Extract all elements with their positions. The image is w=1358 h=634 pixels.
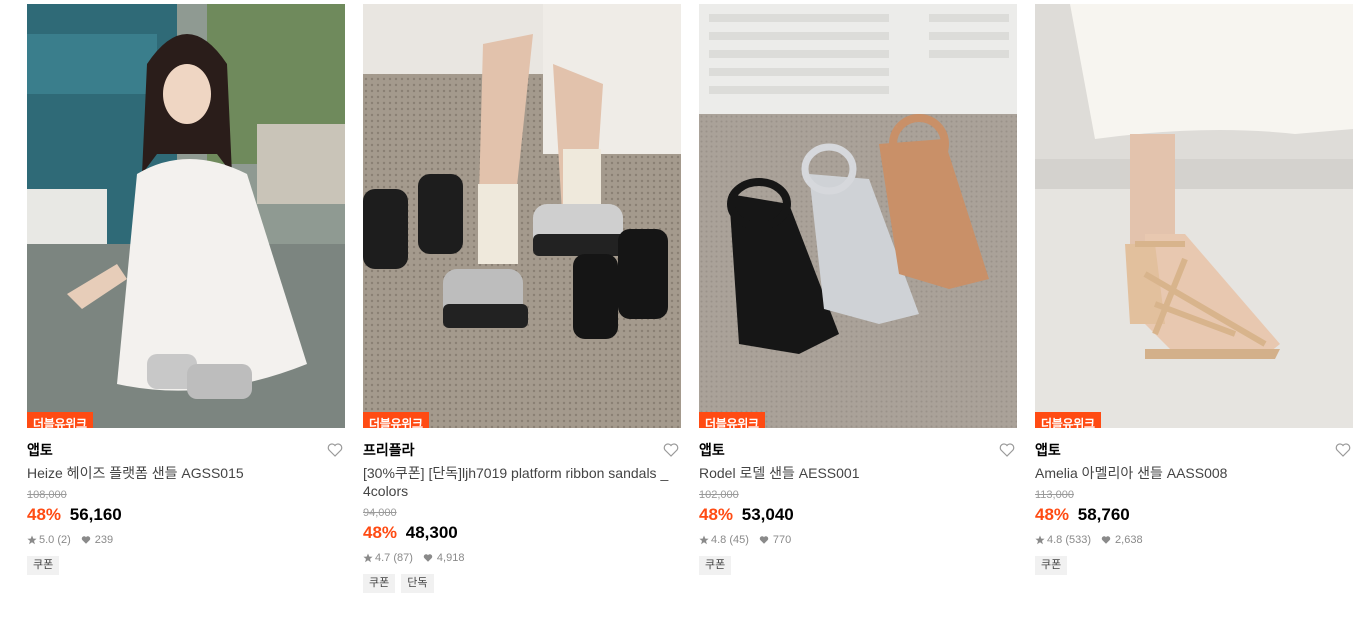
product-image[interactable]: 더블유위크: [1035, 4, 1353, 428]
rating-value: 4.8 (45): [711, 534, 749, 546]
like-count: 770: [772, 534, 792, 546]
product-card[interactable]: 더블유위크 앱토 Amelia 아멜리아 샌들 AASS008 113,000 …: [1035, 4, 1353, 575]
event-badge: 더블유위크: [1035, 412, 1101, 428]
like-count: 239: [94, 534, 114, 546]
product-stats: 5.0 (2) 239: [27, 532, 345, 548]
product-card[interactable]: 더블유위크 프리플라 [30%쿠폰] [단독]ljh7019 platform …: [363, 4, 681, 593]
heart-outline-icon[interactable]: [327, 442, 343, 458]
product-name[interactable]: [30%쿠폰] [단독]ljh7019 platform ribbon sand…: [363, 464, 673, 500]
like-count: 2,638: [1115, 534, 1143, 546]
star-icon: [363, 553, 373, 563]
product-stats: 4.8 (533) 2,638: [1035, 532, 1353, 548]
event-badge: 더블유위크: [363, 412, 429, 428]
like-count: 4,918: [436, 552, 465, 564]
heart-filled-icon: [81, 536, 91, 544]
coupon-tag: 쿠폰: [1035, 556, 1068, 575]
exclusive-tag: 단독: [401, 574, 434, 593]
brand-name[interactable]: 앱토: [699, 440, 1017, 460]
event-badge: 더블유위크: [27, 412, 93, 428]
discount-rate: 48%: [1035, 505, 1070, 524]
coupon-tag: 쿠폰: [27, 556, 60, 575]
heart-outline-icon[interactable]: [1335, 442, 1351, 458]
heart-filled-icon: [1101, 536, 1111, 544]
heart-filled-icon: [759, 536, 769, 544]
product-name[interactable]: Amelia 아멜리아 샌들 AASS008: [1035, 464, 1345, 482]
sale-price: 58,760: [1077, 505, 1130, 524]
star-icon: [699, 535, 709, 545]
original-price: 113,000: [1035, 489, 1074, 501]
product-image[interactable]: 더블유위크: [363, 4, 681, 428]
star-icon: [1035, 535, 1045, 545]
event-badge: 더블유위크: [699, 412, 765, 428]
product-name[interactable]: Heize 헤이즈 플랫폼 샌들 AGSS015: [27, 464, 337, 482]
rating-value: 4.7 (87): [375, 552, 413, 564]
discount-rate: 48%: [699, 505, 734, 524]
product-image[interactable]: 더블유위크: [699, 4, 1017, 428]
rating-value: 5.0 (2): [39, 534, 71, 546]
product-card[interactable]: 더블유위크 앱토 Heize 헤이즈 플랫폼 샌들 AGSS015 108,00…: [27, 4, 345, 575]
product-stats: 4.8 (45) 770: [699, 532, 1017, 548]
rating-value: 4.8 (533): [1047, 534, 1092, 546]
sale-price: 48,300: [405, 523, 458, 542]
coupon-tag: 쿠폰: [699, 556, 732, 575]
brand-name[interactable]: 앱토: [1035, 440, 1353, 460]
heart-filled-icon: [423, 554, 433, 562]
product-name[interactable]: Rodel 로델 샌들 AESS001: [699, 464, 1009, 482]
product-image[interactable]: 더블유위크: [27, 4, 345, 428]
sale-price: 53,040: [741, 505, 794, 524]
original-price: 94,000: [363, 507, 397, 519]
product-grid: 더블유위크 앱토 Heize 헤이즈 플랫폼 샌들 AGSS015 108,00…: [0, 0, 1358, 634]
discount-rate: 48%: [363, 523, 398, 542]
product-card[interactable]: 더블유위크 앱토 Rodel 로델 샌들 AESS001 102,000 48%…: [699, 4, 1017, 575]
discount-rate: 48%: [27, 505, 62, 524]
brand-name[interactable]: 앱토: [27, 440, 345, 460]
heart-outline-icon[interactable]: [999, 442, 1015, 458]
coupon-tag: 쿠폰: [363, 574, 396, 593]
star-icon: [27, 535, 37, 545]
original-price: 102,000: [699, 489, 739, 501]
original-price: 108,000: [27, 489, 67, 501]
product-stats: 4.7 (87) 4,918: [363, 550, 681, 566]
heart-outline-icon[interactable]: [663, 442, 679, 458]
brand-name[interactable]: 프리플라: [363, 440, 681, 460]
sale-price: 56,160: [69, 505, 122, 524]
